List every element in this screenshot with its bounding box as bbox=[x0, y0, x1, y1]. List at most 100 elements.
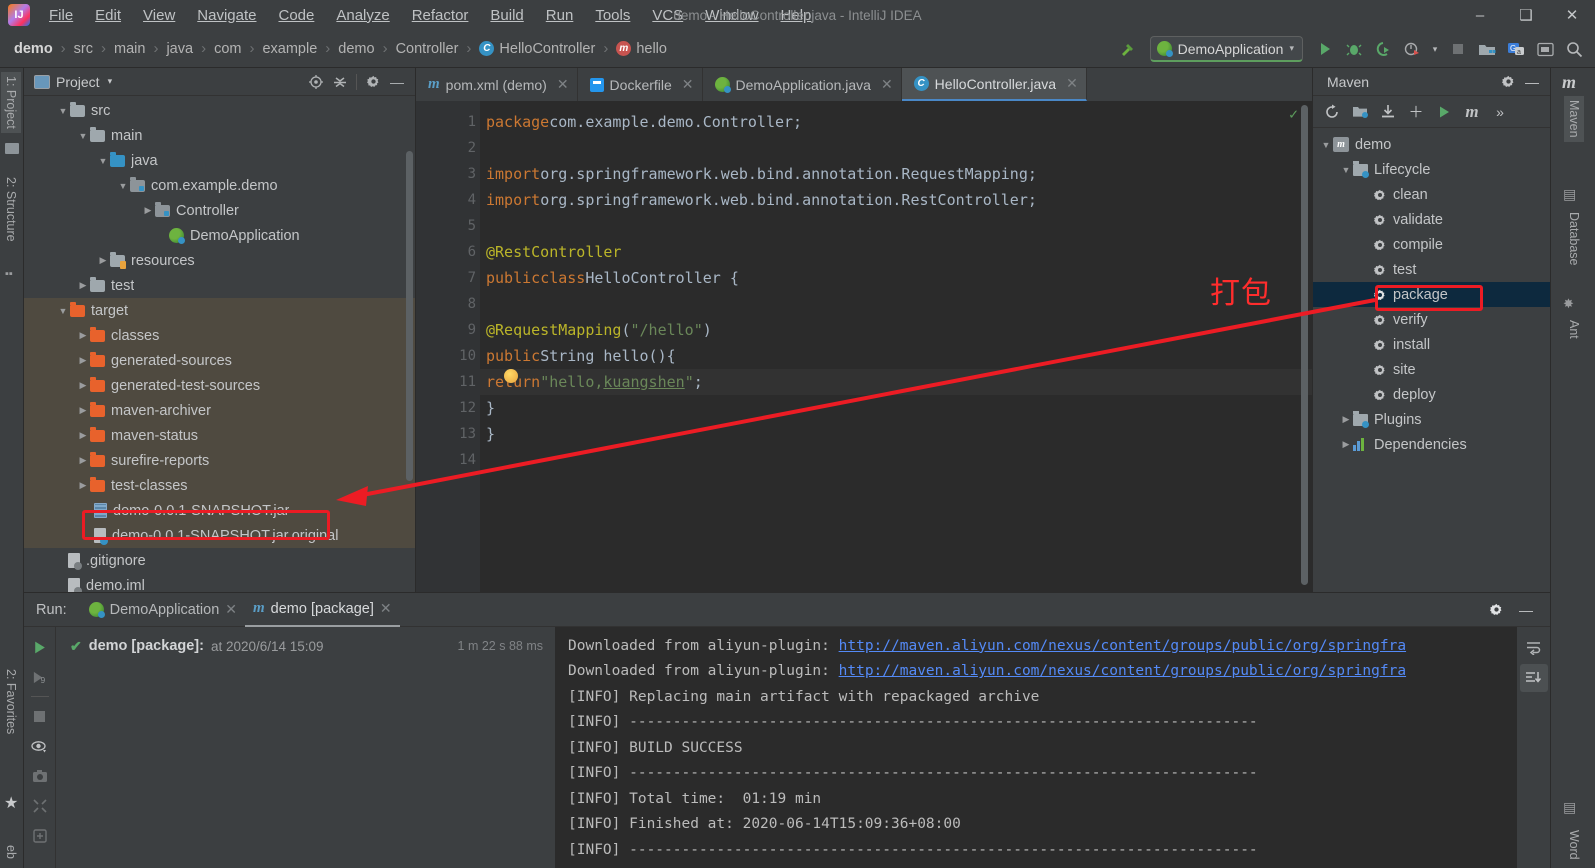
sidebar-item-ant[interactable]: Ant bbox=[1564, 316, 1584, 343]
menu-code[interactable]: Code bbox=[267, 3, 325, 28]
terminal-icon[interactable] bbox=[1532, 36, 1558, 62]
breadcrumb-item-example[interactable]: example bbox=[258, 39, 321, 59]
sidebar-item-favorites[interactable]: 2: Favorites bbox=[1, 665, 21, 738]
editor-scrollbar[interactable] bbox=[1301, 105, 1308, 585]
project-tree[interactable]: src main java com.example.demo Controlle bbox=[24, 96, 415, 592]
profiler-chevron-down-icon[interactable]: ▾ bbox=[1428, 36, 1442, 62]
close-icon[interactable]: ✕ bbox=[225, 601, 237, 618]
tree-item-surefire-reports[interactable]: surefire-reports bbox=[24, 448, 415, 473]
breadcrumb-item-hello[interactable]: m hello bbox=[612, 39, 671, 59]
tree-item-java[interactable]: java bbox=[24, 148, 415, 173]
run-result-tree[interactable]: ✔ demo [package]: at 2020/6/14 15:09 1 m… bbox=[56, 627, 556, 868]
editor-gutter[interactable]: 1 2 3 4 5 6 7 8 9 10 11 12 13 14 bbox=[416, 101, 501, 592]
chevron-icon[interactable] bbox=[116, 181, 130, 191]
breadcrumb-item-demo2[interactable]: demo bbox=[334, 39, 378, 59]
maven-goal-compile[interactable]: compile bbox=[1313, 232, 1550, 257]
chevron-down-icon[interactable]: ▾ bbox=[108, 76, 113, 87]
maven-item-demo[interactable]: m demo bbox=[1313, 132, 1550, 157]
tab-pom-xml[interactable]: m pom.xml (demo) ✕ bbox=[416, 68, 578, 101]
maven-tree[interactable]: m demo Lifecycle clean validate bbox=[1313, 128, 1550, 592]
close-icon[interactable]: ✕ bbox=[380, 600, 392, 617]
tree-item-demo-jar-original[interactable]: demo-0.0.1-SNAPSHOT.jar.original bbox=[24, 523, 415, 548]
code-text[interactable]: package com.example.demo.Controller; ⊟im… bbox=[480, 101, 1312, 592]
rerun-failed-tests-button[interactable]: 9 bbox=[26, 663, 54, 691]
tab-hellocontroller-java[interactable]: C HelloController.java ✕ bbox=[901, 68, 1087, 101]
run-with-coverage-button[interactable] bbox=[1370, 36, 1396, 62]
maven-goal-test[interactable]: test bbox=[1313, 257, 1550, 282]
camera-icon[interactable] bbox=[26, 762, 54, 790]
menu-run[interactable]: Run bbox=[535, 3, 585, 28]
console-output[interactable]: Downloaded from aliyun-plugin: http://ma… bbox=[556, 627, 1516, 868]
menu-vcs[interactable]: VCS bbox=[641, 3, 694, 28]
run-button[interactable] bbox=[1312, 36, 1338, 62]
menu-file[interactable]: File bbox=[38, 3, 84, 28]
project-structure-icon[interactable] bbox=[1474, 36, 1500, 62]
hide-panel-button[interactable]: — bbox=[1514, 599, 1538, 621]
console-link[interactable]: http://maven.aliyun.com/nexus/content/gr… bbox=[839, 663, 1406, 679]
breadcrumb-item-hellocontroller[interactable]: C HelloController bbox=[475, 39, 599, 59]
maven-item-dependencies[interactable]: Dependencies bbox=[1313, 432, 1550, 457]
menu-analyze[interactable]: Analyze bbox=[325, 3, 400, 28]
gear-icon[interactable] bbox=[361, 71, 385, 93]
chevron-icon[interactable] bbox=[76, 280, 90, 291]
tree-item-target[interactable]: target bbox=[24, 298, 415, 323]
run-tab-demo-package[interactable]: m demo [package] ✕ bbox=[245, 593, 400, 627]
run-configuration-selector[interactable]: DemoApplication ▾ bbox=[1149, 36, 1303, 62]
soft-wrap-icon[interactable] bbox=[1520, 633, 1548, 661]
breadcrumb-item-java[interactable]: java bbox=[162, 39, 197, 59]
gear-icon[interactable] bbox=[1496, 71, 1520, 93]
tree-item-maven-archiver[interactable]: maven-archiver bbox=[24, 398, 415, 423]
menu-edit[interactable]: Edit bbox=[84, 3, 132, 28]
tree-item-test-classes[interactable]: test-classes bbox=[24, 473, 415, 498]
breadcrumb-item-main[interactable]: main bbox=[110, 39, 149, 59]
chevron-icon[interactable] bbox=[1339, 165, 1353, 175]
profiler-button[interactable] bbox=[1399, 36, 1425, 62]
chevron-icon[interactable] bbox=[76, 480, 90, 491]
tab-demoapplication-java[interactable]: DemoApplication.java ✕ bbox=[703, 68, 902, 101]
tree-item-classes[interactable]: classes bbox=[24, 323, 415, 348]
run-maven-goal-icon[interactable] bbox=[1431, 100, 1457, 124]
sidebar-item-web[interactable]: eb bbox=[1, 841, 21, 863]
chevron-icon[interactable] bbox=[76, 131, 90, 141]
tree-item-demo-iml[interactable]: demo.iml bbox=[24, 573, 415, 592]
maven-goal-validate[interactable]: validate bbox=[1313, 207, 1550, 232]
expand-icon[interactable] bbox=[26, 792, 54, 820]
chevron-icon[interactable] bbox=[96, 255, 110, 266]
menu-help[interactable]: Help bbox=[770, 3, 823, 28]
add-icon[interactable]: ＋ bbox=[1403, 100, 1429, 124]
chevron-icon[interactable] bbox=[76, 380, 90, 391]
tree-item-gitignore[interactable]: .gitignore bbox=[24, 548, 415, 573]
close-icon[interactable]: ✕ bbox=[557, 76, 569, 93]
close-icon[interactable]: ✕ bbox=[881, 76, 893, 93]
maven-item-lifecycle[interactable]: Lifecycle bbox=[1313, 157, 1550, 182]
hide-panel-button[interactable]: — bbox=[385, 71, 409, 93]
menu-window[interactable]: Window bbox=[694, 3, 769, 28]
console-link[interactable]: http://maven.aliyun.com/nexus/content/gr… bbox=[839, 638, 1406, 654]
stop-button[interactable] bbox=[1445, 36, 1471, 62]
reload-projects-icon[interactable] bbox=[1319, 100, 1345, 124]
execute-maven-goal-icon[interactable]: m bbox=[1459, 100, 1485, 124]
breadcrumb-item-com[interactable]: com bbox=[210, 39, 245, 59]
tree-item-demo-jar[interactable]: demo-0.0.1-SNAPSHOT.jar bbox=[24, 498, 415, 523]
code-area[interactable]: 1 2 3 4 5 6 7 8 9 10 11 12 13 14 package… bbox=[416, 101, 1312, 592]
maven-goal-package[interactable]: package bbox=[1313, 282, 1550, 307]
chevron-icon[interactable] bbox=[1319, 140, 1333, 150]
chevron-icon[interactable] bbox=[1339, 439, 1353, 450]
sidebar-item-maven[interactable]: Maven bbox=[1564, 96, 1584, 142]
stop-button[interactable] bbox=[26, 702, 54, 730]
rerun-button[interactable] bbox=[26, 633, 54, 661]
chevron-icon[interactable] bbox=[141, 205, 155, 216]
close-button[interactable]: ✕ bbox=[1549, 0, 1595, 30]
maven-goal-verify[interactable]: verify bbox=[1313, 307, 1550, 332]
maximize-button[interactable]: ❑ bbox=[1503, 0, 1549, 30]
run-result-row[interactable]: ✔ demo [package]: at 2020/6/14 15:09 1 m… bbox=[56, 633, 555, 659]
tree-item-src[interactable]: src bbox=[24, 98, 415, 123]
collapse-all-icon[interactable] bbox=[328, 71, 352, 93]
sidebar-item-project[interactable]: 1: Project bbox=[1, 72, 21, 133]
scroll-to-end-icon[interactable] bbox=[1519, 664, 1548, 692]
run-tab-demoapplication[interactable]: DemoApplication ✕ bbox=[81, 593, 245, 627]
chevron-icon[interactable] bbox=[1339, 414, 1353, 425]
maven-goal-deploy[interactable]: deploy bbox=[1313, 382, 1550, 407]
tree-item-com-example-demo[interactable]: com.example.demo bbox=[24, 173, 415, 198]
menu-refactor[interactable]: Refactor bbox=[401, 3, 480, 28]
